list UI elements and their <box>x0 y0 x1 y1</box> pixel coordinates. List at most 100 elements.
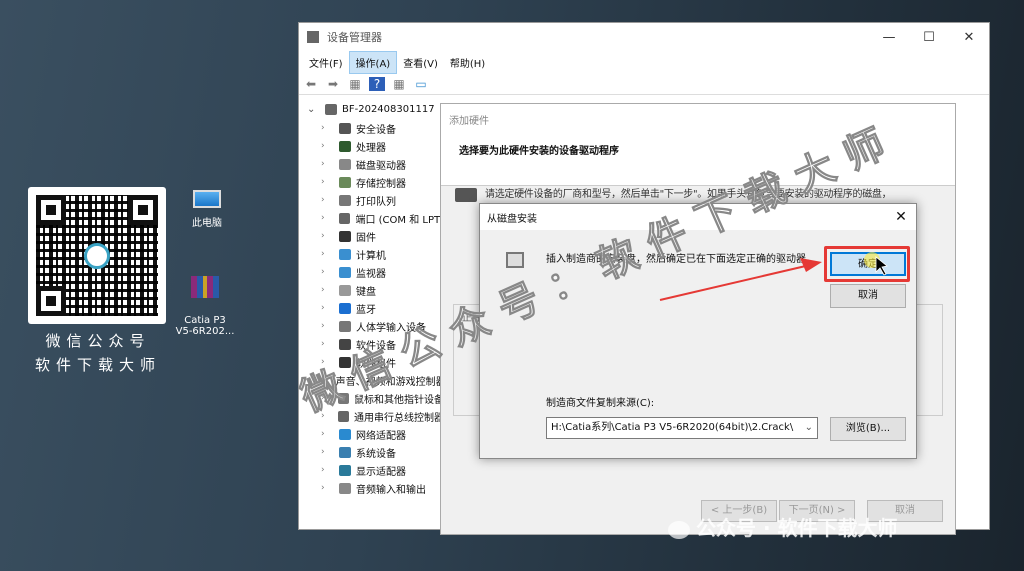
cancel-button[interactable]: 取消 <box>830 284 906 308</box>
tree-item[interactable]: › 显示适配器 <box>299 461 444 479</box>
chevron-right-icon[interactable]: › <box>321 357 333 367</box>
tree-item-label: 网络适配器 <box>356 430 406 442</box>
close-button[interactable]: ✕ <box>949 30 989 45</box>
back-icon[interactable]: ⬅ <box>303 77 319 91</box>
chevron-right-icon[interactable]: › <box>321 267 333 277</box>
tree-root-label: BF-202408301117 <box>342 103 435 115</box>
title-bar: 设备管理器 — ☐ ✕ <box>299 23 989 51</box>
wechat-icon <box>668 520 690 539</box>
tree-item-label: 磁盘驱动器 <box>356 160 406 172</box>
forward-icon[interactable]: ➡ <box>325 77 341 91</box>
maximize-button[interactable]: ☐ <box>909 30 949 45</box>
chevron-right-icon[interactable]: › <box>321 429 333 439</box>
tree-item[interactable]: › 监视器 <box>299 263 444 281</box>
device-category-icon <box>339 140 351 152</box>
properties-icon[interactable]: ▦ <box>347 77 363 91</box>
desktop-icon-label: Catia P3 V5-6R202... <box>175 315 235 337</box>
chevron-right-icon[interactable]: › <box>321 231 333 241</box>
device-tree: ⌄ BF-202408301117 › 安全设备 › 处理器 › 磁盘驱动器 › 存储控制器 ›… <box>299 99 444 497</box>
chevron-right-icon[interactable]: › <box>321 141 333 151</box>
tree-item[interactable]: › 软件组件 <box>299 353 444 371</box>
tree-item[interactable]: › 声音、视频和游戏控制器 <box>299 371 444 389</box>
tree-item[interactable]: › 磁盘驱动器 <box>299 155 444 173</box>
update-icon[interactable]: ▦ <box>391 77 407 91</box>
tree-item[interactable]: › 端口 (COM 和 LPT) <box>299 209 444 227</box>
tree-root[interactable]: ⌄ BF-202408301117 <box>299 99 444 119</box>
chevron-right-icon[interactable]: › <box>321 321 333 331</box>
tree-item[interactable]: › 通用串行总线控制器 <box>299 407 444 425</box>
disk-icon <box>506 252 524 268</box>
tree-item[interactable]: › 软件设备 <box>299 335 444 353</box>
tree-item-label: 安全设备 <box>356 124 396 136</box>
tree-item[interactable]: › 处理器 <box>299 137 444 155</box>
chevron-right-icon[interactable]: › <box>321 339 333 349</box>
close-icon[interactable]: ✕ <box>886 209 916 225</box>
source-path-combobox[interactable]: H:\Catia系列\Catia P3 V5-6R2020(64bit)\2.C… <box>546 417 818 439</box>
device-category-icon <box>338 212 351 224</box>
tree-item-label: 声音、视频和游戏控制器 <box>335 376 444 388</box>
device-category-icon <box>339 284 351 296</box>
device-category-icon <box>339 464 351 476</box>
tree-item[interactable]: › 打印队列 <box>299 191 444 209</box>
tree-item[interactable]: › 存储控制器 <box>299 173 444 191</box>
help-icon[interactable]: ? <box>369 76 385 91</box>
chevron-right-icon[interactable]: › <box>321 213 333 223</box>
qr-logo-icon <box>84 242 110 269</box>
tree-item[interactable]: › 安全设备 <box>299 119 444 137</box>
device-category-icon <box>338 410 349 422</box>
ok-button[interactable]: 确定 <box>830 252 906 276</box>
chevron-right-icon[interactable]: › <box>321 447 333 457</box>
menu-help[interactable]: 帮助(H) <box>444 52 491 73</box>
device-category-icon <box>339 176 351 188</box>
tree-item[interactable]: › 网络适配器 <box>299 425 444 443</box>
device-manager-icon <box>307 31 319 43</box>
menu-file[interactable]: 文件(F) <box>303 52 349 73</box>
tree-item[interactable]: › 音频输入和输出 <box>299 479 444 497</box>
computer-icon <box>325 103 337 115</box>
tree-item-label: 打印队列 <box>356 196 396 208</box>
chevron-right-icon[interactable]: › <box>321 159 333 169</box>
computer-icon <box>193 190 221 208</box>
tree-item[interactable]: › 鼠标和其他指针设备 <box>299 389 444 407</box>
tree-item[interactable]: › 蓝牙 <box>299 299 444 317</box>
device-category-icon <box>339 302 351 314</box>
device-category-icon <box>339 356 351 368</box>
menu-view[interactable]: 查看(V) <box>397 52 444 73</box>
chevron-right-icon[interactable]: › <box>321 483 333 493</box>
tree-item-label: 键盘 <box>356 286 376 298</box>
tree-item[interactable]: › 系统设备 <box>299 443 444 461</box>
tree-item-label: 显示适配器 <box>356 466 406 478</box>
desktop-icon-catia[interactable]: Catia P3 V5-6R202... <box>170 265 240 348</box>
qr-caption-2: 软件下载大师 <box>34 356 161 374</box>
chevron-right-icon[interactable]: › <box>321 285 333 295</box>
chevron-right-icon[interactable]: › <box>321 375 325 385</box>
minimize-button[interactable]: — <box>869 30 909 45</box>
device-category-icon <box>339 122 351 134</box>
chevron-down-icon[interactable]: ⌄ <box>307 104 319 115</box>
menu-action[interactable]: 操作(A) <box>348 50 398 74</box>
chevron-right-icon[interactable]: › <box>321 195 333 205</box>
browse-button[interactable]: 浏览(B)... <box>830 417 906 441</box>
chevron-right-icon[interactable]: › <box>321 411 332 421</box>
chevron-down-icon[interactable]: ⌄ <box>805 418 813 438</box>
wizard-description: 请选定硬件设备的厂商和型号，然后单击"下一步"。如果手头有包含要安装的驱动程序的… <box>485 189 892 200</box>
chevron-right-icon[interactable]: › <box>321 177 333 187</box>
monitor-icon[interactable]: ▭ <box>413 77 429 91</box>
chevron-right-icon[interactable]: › <box>321 303 333 313</box>
wizard-title: 添加硬件 <box>449 116 489 127</box>
chevron-right-icon[interactable]: › <box>321 249 333 259</box>
chevron-right-icon[interactable]: › <box>321 393 332 403</box>
chevron-right-icon[interactable]: › <box>321 123 333 133</box>
tree-item[interactable]: › 固件 <box>299 227 444 245</box>
source-label: 制造商文件复制来源(C): <box>546 398 655 409</box>
chevron-right-icon[interactable]: › <box>321 465 333 475</box>
tree-item-label: 监视器 <box>356 268 386 280</box>
tree-item[interactable]: › 计算机 <box>299 245 444 263</box>
tree-item[interactable]: › 人体学输入设备 <box>299 317 444 335</box>
device-category-icon <box>339 158 351 170</box>
desktop-icon-this-pc[interactable]: 此电脑 <box>172 190 242 229</box>
device-category-icon <box>339 428 351 440</box>
device-category-icon <box>339 230 351 242</box>
tree-item[interactable]: › 键盘 <box>299 281 444 299</box>
tree-item-label: 鼠标和其他指针设备 <box>354 394 444 406</box>
